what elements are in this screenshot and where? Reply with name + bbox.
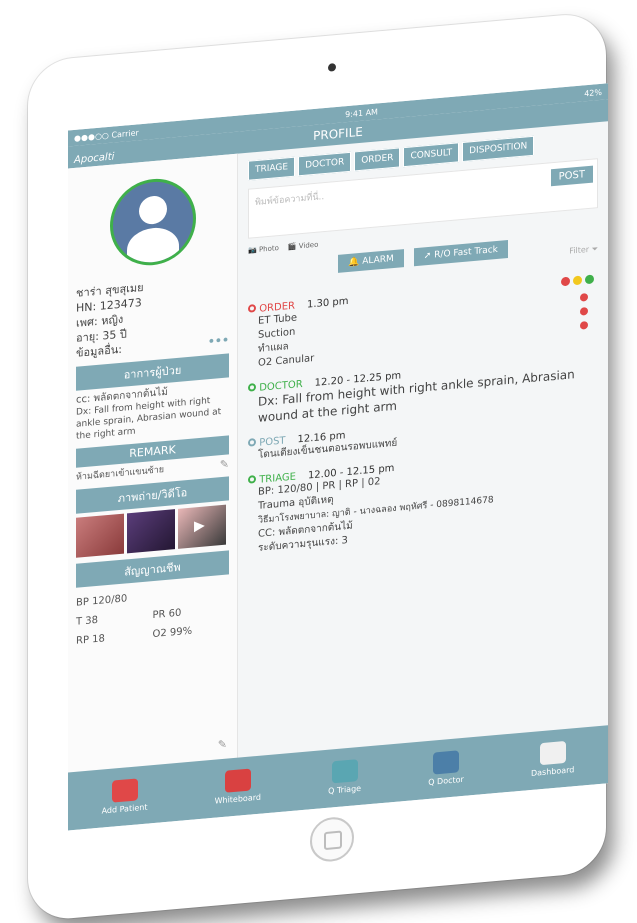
patient-more-label: ข้อมูลอื่น: [76,342,122,360]
video-label[interactable]: Video [299,241,319,251]
patient-panel: ชาร่า สุขสุเมย HN: 123473 เพศ: หญิง อายุ… [68,153,238,773]
vital-o2: O2 99% [152,625,193,641]
nav-q-triage[interactable]: Q Triage [328,759,361,796]
patient-info: ชาร่า สุขสุเมย HN: 123473 เพศ: หญิง อายุ… [76,272,229,360]
nav-label: Dashboard [530,765,575,778]
tab-disposition[interactable]: DISPOSITION [462,135,535,163]
nurse-icon [331,759,358,784]
vital-t: T 38 [76,614,99,628]
filter-button[interactable]: Filter ⏷ [569,244,598,257]
post-input[interactable]: พิมพ์ข้อความที่นี่.. [255,192,324,208]
media-thumb-photo-1[interactable] [76,513,124,558]
doctor-icon [433,750,460,775]
status-dot-icon [248,438,256,447]
avatar [109,175,196,269]
tl-yellow-icon[interactable] [573,275,582,286]
tab-consult[interactable]: CONSULT [403,142,460,168]
edit-remark-icon[interactable]: ✎ [220,457,229,471]
nav-label: Q Doctor [428,774,464,787]
nav-label: Add Patient [101,802,148,816]
home-button[interactable] [310,815,354,864]
page-title: PROFILE [313,124,363,144]
fast-track-button[interactable]: ➚ R/O Fast Track [413,240,508,267]
remark-text: ห้ามฉีดยาเข้าแขนซ้าย [76,465,165,483]
tab-doctor[interactable]: DOCTOR [298,151,352,177]
clock: 9:41 AM [345,106,378,119]
photo-label[interactable]: Photo [259,244,279,254]
nav-label: Q Triage [328,783,362,796]
vital-pr: PR 60 [152,607,182,622]
timeline-feed: ORDER 1.30 pm ET Tube Suction ทำแผล O2 C… [248,274,598,557]
tab-order[interactable]: ORDER [354,147,401,172]
camera-icon [328,63,336,72]
nav-dashboard[interactable]: Dashboard [531,740,574,778]
media-thumbnails [76,504,229,558]
filter-label: Filter [569,244,590,256]
alarm-button[interactable]: 🔔 ALARM [338,249,404,273]
edit-vitals-icon[interactable]: ✎ [218,738,227,752]
fast-track-label: R/O Fast Track [434,244,498,261]
camera-icon[interactable]: 📷 [248,246,257,255]
post-button[interactable]: POST [550,165,593,187]
vitals-grid: BP 120/80 T 38 PR 60 RP 18 O2 99% [76,584,229,646]
vital-rp: RP 18 [76,633,105,647]
dashboard-icon [539,740,566,766]
status-dot-icon [248,383,256,392]
media-thumb-video[interactable] [178,504,226,549]
nav-label: Whiteboard [214,792,261,806]
whiteboard-icon [224,768,251,793]
media-thumb-photo-2[interactable] [127,509,175,554]
nav-q-doctor[interactable]: Q Doctor [428,750,464,787]
content-area: ชาร่า สุขสุเมย HN: 123473 เพศ: หญิง อายุ… [68,121,608,773]
tl-red-icon[interactable] [561,276,570,287]
tl-green-icon[interactable] [585,274,594,285]
add-patient-icon [111,778,138,803]
more-options-icon[interactable]: ••• [208,332,229,349]
nav-whiteboard[interactable]: Whiteboard [215,768,261,806]
status-dot-icon [248,475,256,484]
timeline-panel: TRIAGE DOCTOR ORDER CONSULT DISPOSITION … [238,121,608,757]
feed-entry-triage: TRIAGE 12.00 - 12.15 pm BP: 120/80 | PR … [248,445,598,557]
status-dot-icon [248,304,256,313]
tab-triage[interactable]: TRIAGE [248,156,296,181]
app-screen: ●●●○○ Carrier 9:41 AM 42% Apocalti PROFI… [68,83,608,831]
battery-label: 42% [584,87,602,98]
tablet-device: ●●●○○ Carrier 9:41 AM 42% Apocalti PROFI… [28,11,608,922]
vitals-header: สัญญาณชีพ [76,550,229,588]
vital-bp: BP 120/80 [76,593,128,609]
video-icon[interactable]: 🎬 [288,243,297,252]
nav-add-patient[interactable]: Add Patient [101,778,148,816]
alarm-label: ALARM [362,254,394,267]
